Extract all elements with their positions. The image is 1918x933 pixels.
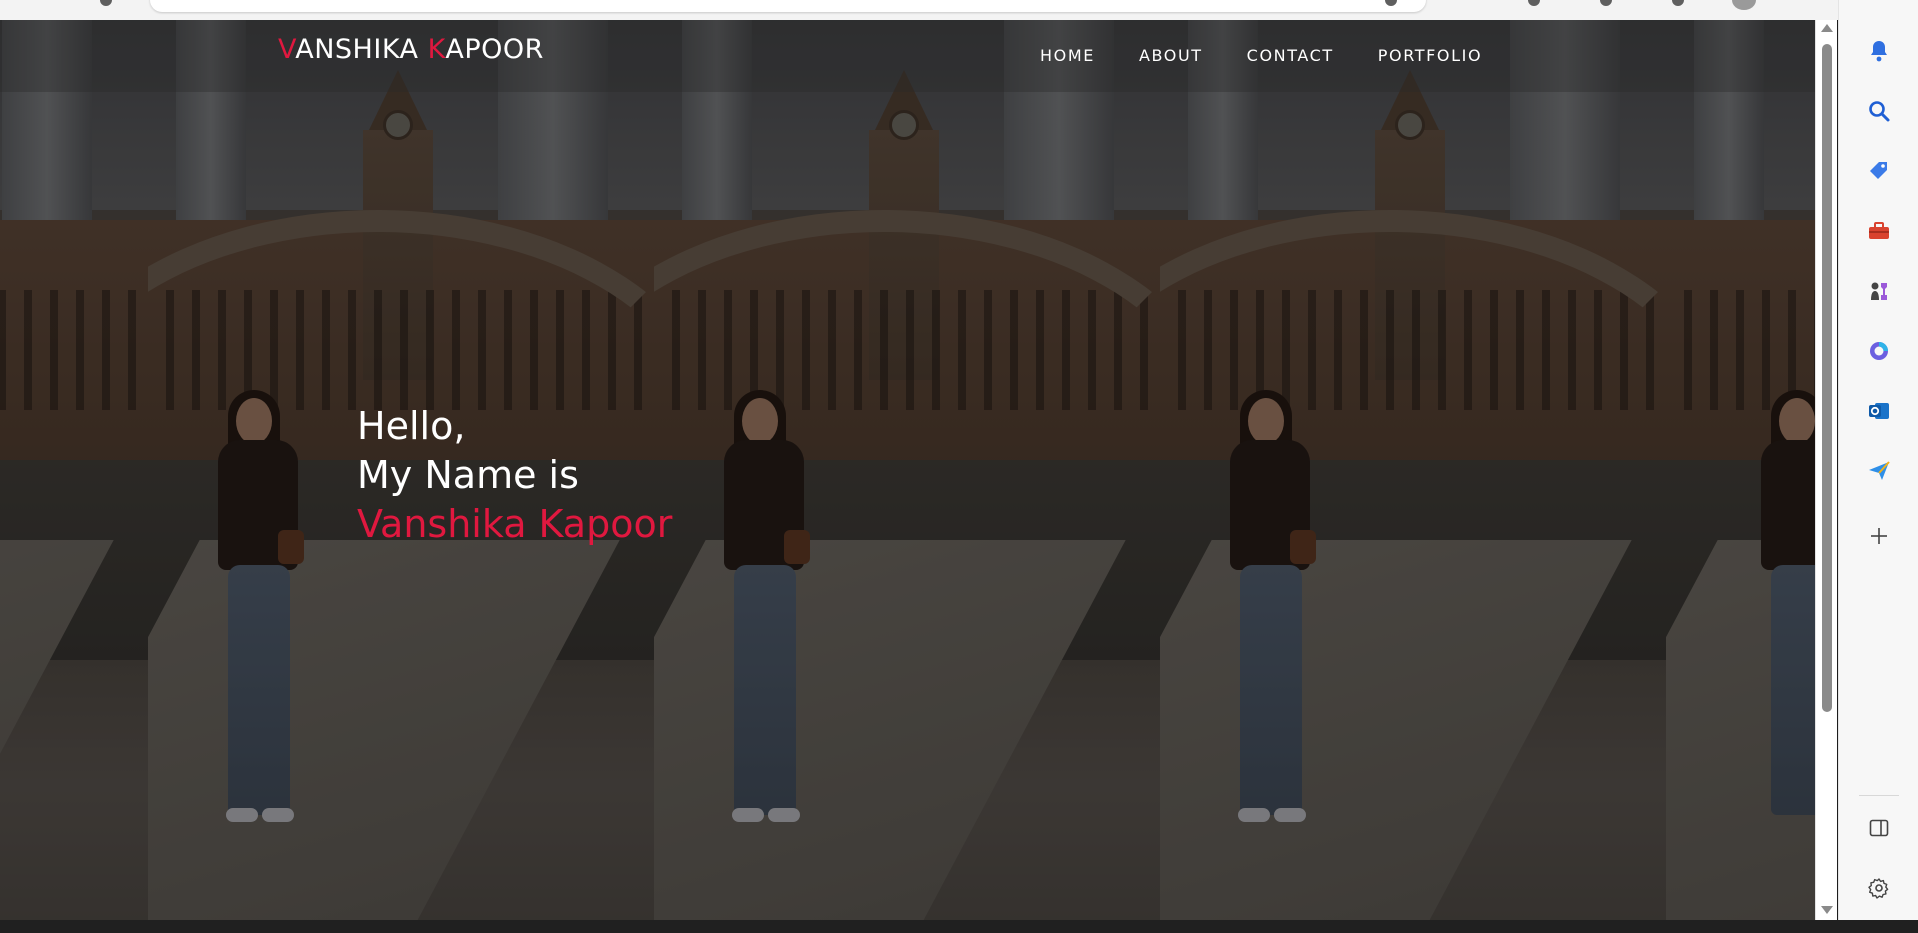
bell-icon[interactable]: [1866, 38, 1892, 64]
browser-sidebar: [1838, 0, 1918, 920]
brand-initial-last: K: [427, 34, 446, 65]
scroll-up-arrow-icon[interactable]: [1821, 24, 1833, 32]
extensions-icon[interactable]: [1528, 0, 1540, 6]
site-header: VANSHIKA KAPOOR HOME ABOUT CONTACT PORTF…: [0, 20, 1815, 92]
scroll-down-arrow-icon[interactable]: [1821, 906, 1833, 914]
copilot-icon[interactable]: [1866, 338, 1892, 364]
tag-icon[interactable]: [1866, 158, 1892, 184]
brand-initial-first: V: [278, 34, 296, 65]
hero-intro: Hello, My Name is Vanshika Kapoor: [357, 402, 672, 549]
hero-section: VANSHIKA KAPOOR HOME ABOUT CONTACT PORTF…: [0, 20, 1815, 920]
dark-overlay: [0, 20, 1815, 920]
browser-toolbar: [0, 0, 1918, 20]
brand-text-last: APOOR: [445, 34, 544, 65]
profile-avatar[interactable]: [1732, 0, 1756, 10]
settings-icon[interactable]: [1866, 875, 1892, 901]
main-nav: HOME ABOUT CONTACT PORTFOLIO: [1040, 46, 1526, 65]
nav-link-contact[interactable]: CONTACT: [1247, 46, 1334, 65]
site-logo[interactable]: VANSHIKA KAPOOR: [278, 34, 544, 65]
add-icon[interactable]: [1866, 523, 1892, 549]
address-bar[interactable]: [150, 0, 1426, 12]
collections-icon[interactable]: [1600, 0, 1612, 6]
refresh-icon[interactable]: [100, 0, 112, 6]
hero-greeting: Hello,: [357, 404, 466, 448]
hero-name: Vanshika Kapoor: [357, 502, 673, 546]
outlook-icon[interactable]: [1866, 398, 1892, 424]
scrollbar-thumb[interactable]: [1822, 44, 1832, 712]
copilot-toolbar-icon[interactable]: [1672, 0, 1684, 6]
brand-text-first: ANSHIKA: [295, 34, 428, 65]
page-scrollbar[interactable]: [1815, 20, 1837, 920]
split-screen-icon[interactable]: [1866, 815, 1892, 841]
nav-link-about[interactable]: ABOUT: [1139, 46, 1203, 65]
nav-link-portfolio[interactable]: PORTFOLIO: [1378, 46, 1482, 65]
nav-link-home[interactable]: HOME: [1040, 46, 1095, 65]
chess-icon[interactable]: [1866, 278, 1892, 304]
search-icon[interactable]: [1866, 98, 1892, 124]
toolbox-icon[interactable]: [1866, 218, 1892, 244]
hero-intro-text: My Name is: [357, 453, 579, 497]
sidebar-divider: [1859, 795, 1899, 796]
os-taskbar: [0, 920, 1918, 933]
send-icon[interactable]: [1866, 458, 1892, 484]
